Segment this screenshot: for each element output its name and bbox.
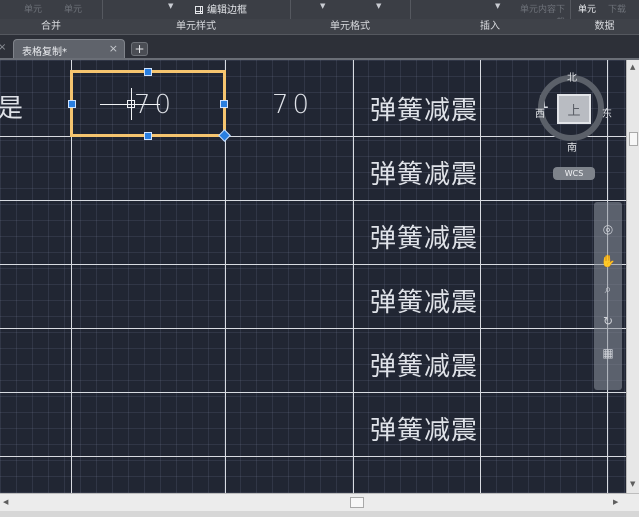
table-cell-text[interactable]: 70 [272, 90, 313, 120]
table-cell-text[interactable]: 弹簧减震 [370, 282, 478, 319]
ribbon-panel: 单元 单元 合并 ▼ 编辑边框 单元样式 ▼ ▼ 单元格式 ▼ 单元内容 下载 … [0, 0, 639, 35]
scroll-left-arrow-icon[interactable]: ◀ [3, 498, 8, 506]
unmerge-cells-button[interactable]: 单元 [64, 2, 82, 15]
table-row-line [0, 328, 626, 329]
steering-wheel-icon[interactable]: ◎ [598, 222, 618, 240]
ribbon-group-label: 单元样式 [102, 19, 290, 34]
edit-border-label: 编辑边框 [207, 5, 247, 16]
new-tab-button[interactable]: + [131, 42, 148, 56]
edit-border-button[interactable]: 编辑边框 [195, 1, 247, 16]
data-format-dropdown[interactable]: ▼ [376, 2, 381, 10]
status-strip [0, 511, 639, 517]
grip-right[interactable] [220, 100, 228, 108]
drawing-canvas[interactable]: 是 70 70 弹簧减震 弹簧减震 弹簧减震 弹簧减震 弹簧减震 弹簧减震 1 … [0, 60, 626, 493]
ribbon-group-label: 插入 [410, 19, 570, 34]
compass-west[interactable]: 西 [535, 105, 545, 120]
compass-south[interactable]: 南 [567, 139, 577, 154]
table-cell-text[interactable]: 弹簧减震 [370, 90, 478, 127]
pan-icon[interactable]: ✋ [598, 254, 618, 272]
document-tab-bar: × 表格复制* × + [0, 35, 639, 60]
vertical-scrollbar[interactable]: ▲ ▼ [626, 60, 639, 493]
cursor-pickbox [127, 100, 135, 108]
scroll-up-arrow-icon[interactable]: ▲ [630, 63, 635, 71]
table-row-line [0, 264, 626, 265]
border-grid-icon [195, 6, 203, 14]
zoom-icon[interactable]: ⌕ [598, 282, 618, 300]
showmotion-icon[interactable]: ▦ [598, 346, 618, 364]
viewcube-face[interactable]: 上 [557, 94, 591, 124]
cell-content-button[interactable]: 单元内容 [520, 2, 556, 15]
table-cell-text[interactable]: 弹簧减震 [370, 410, 478, 447]
ribbon-group-merge: 单元 单元 合并 [0, 0, 103, 34]
unit-button[interactable]: 单元 [578, 2, 596, 15]
ribbon-group-label: 数据 [570, 19, 639, 34]
table-row-line [0, 200, 626, 201]
merge-cells-button[interactable]: 单元 [24, 2, 42, 15]
ribbon-group-label: 合并 [0, 19, 102, 34]
orbit-icon[interactable]: ↻ [598, 314, 618, 332]
table-column-line [353, 60, 354, 493]
ribbon-group-insert: ▼ 单元内容 下载 插入 [410, 0, 571, 34]
table-row-line [0, 456, 626, 457]
horizontal-scroll-thumb[interactable] [350, 497, 364, 508]
previous-tab-close-icon[interactable]: × [0, 42, 6, 53]
tab-table-copy[interactable]: 表格复制* × [13, 39, 125, 58]
table-row-line [0, 392, 626, 393]
scroll-down-arrow-icon[interactable]: ▼ [630, 480, 635, 488]
ribbon-group-label: 单元格式 [290, 19, 410, 34]
ribbon-group-data: 单元 下载 数据 [570, 0, 639, 34]
table-column-line [480, 60, 481, 493]
cell-format-dropdown[interactable]: ▼ [320, 2, 325, 10]
insert-dropdown[interactable]: ▼ [495, 2, 500, 10]
navigation-bar: ◎ ✋ ⌕ ↻ ▦ [594, 202, 622, 390]
grip-left[interactable] [68, 100, 76, 108]
scroll-right-arrow-icon[interactable]: ▶ [613, 498, 618, 506]
ribbon-group-cell-format: ▼ ▼ 单元格式 [290, 0, 411, 34]
compass-north[interactable]: 北 [567, 69, 577, 84]
tab-label: 表格复制* [22, 47, 67, 58]
grip-bottom[interactable] [144, 132, 152, 140]
vertical-scroll-thumb[interactable] [629, 132, 638, 146]
compass-east[interactable]: 东 [602, 105, 612, 120]
table-cell-text[interactable]: 弹簧减震 [370, 346, 478, 383]
viewcube-face-label: 上 [567, 104, 581, 119]
table-cell-text[interactable]: 弹簧减震 [370, 218, 478, 255]
table-cell-text[interactable]: 弹簧减震 [370, 154, 478, 191]
wcs-menu-button[interactable]: WCS [553, 167, 595, 180]
close-icon[interactable]: × [109, 42, 118, 55]
cell-style-dropdown[interactable]: ▼ [168, 2, 173, 10]
table-cell-text[interactable]: 是 [0, 88, 24, 125]
data-download-button[interactable]: 下载 [608, 2, 626, 15]
ribbon-group-cell-style: ▼ 编辑边框 单元样式 [102, 0, 291, 34]
grip-top[interactable] [144, 68, 152, 76]
